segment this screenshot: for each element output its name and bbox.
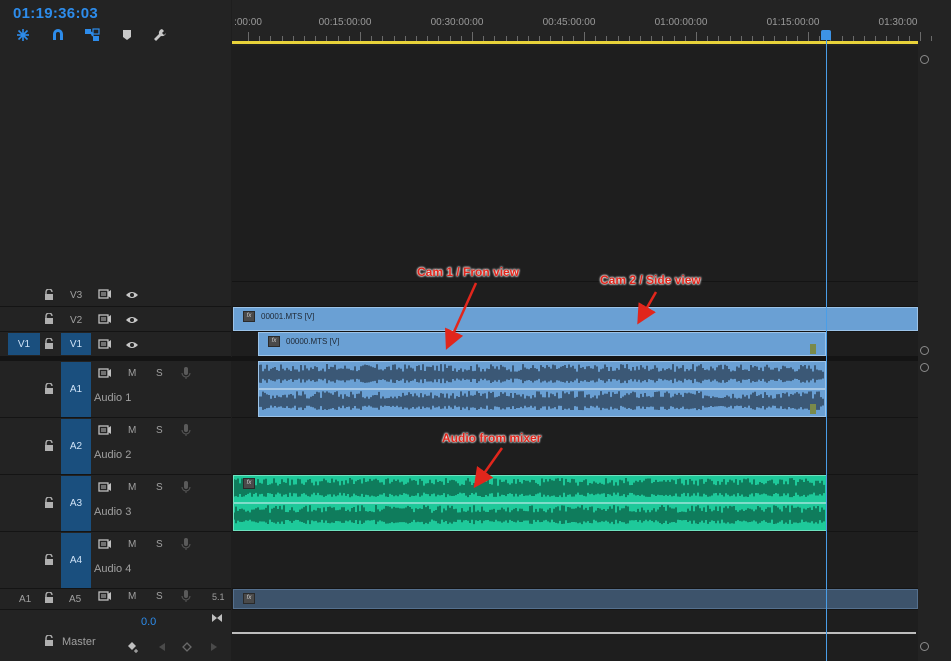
annotation-arrow-cam1 (445, 282, 478, 350)
annotation-arrows (445, 282, 658, 489)
playhead-line[interactable] (826, 40, 827, 661)
playhead-handle[interactable] (821, 30, 831, 40)
annotation-arrow-cam2 (637, 291, 658, 325)
annotation-arrow-mixer (473, 447, 504, 489)
